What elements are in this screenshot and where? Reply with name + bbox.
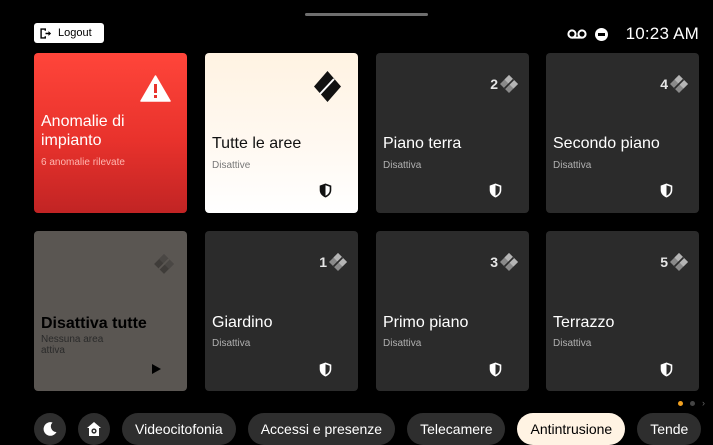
all-areas-subtitle: Disattive: [212, 160, 251, 171]
shield-icon: [319, 362, 332, 377]
logout-button[interactable]: Logout: [34, 23, 104, 43]
disable-all-title: Disattiva tutte: [41, 315, 147, 332]
area-badge: 1: [319, 252, 348, 272]
area-diamond-icon: [669, 74, 689, 94]
area-status: Disattiva: [383, 338, 422, 349]
anomalies-subtitle: 6 anomalie rilevate: [41, 157, 125, 168]
chevron-right-icon[interactable]: ›: [702, 398, 705, 408]
area-badge: 3: [490, 252, 519, 272]
bottom-nav: Videocitofonia Accessi e presenze Teleca…: [34, 413, 702, 445]
home-settings-button[interactable]: [78, 413, 110, 445]
moon-icon: [43, 422, 57, 436]
area-number: 5: [660, 254, 668, 270]
logout-label: Logout: [58, 27, 92, 39]
nav-antintrusione[interactable]: Antintrusione: [517, 413, 626, 445]
play-icon: [152, 364, 161, 374]
area-diamond-icon: [328, 252, 348, 272]
shield-icon: [319, 183, 332, 198]
all-areas-title: Tutte le aree: [212, 135, 302, 152]
area-diamond-icon: [499, 74, 519, 94]
area-badge: 4: [660, 74, 689, 94]
alarm-diamond-icon: [154, 254, 174, 274]
nav-telecamere[interactable]: Telecamere: [407, 413, 506, 445]
area-title: Terrazzo: [553, 314, 615, 331]
area-status: Disattiva: [212, 338, 251, 349]
warning-icon: [140, 75, 171, 102]
area-title: Piano terra: [383, 135, 462, 152]
area-title: Primo piano: [383, 314, 469, 331]
area-status: Disattiva: [383, 160, 422, 171]
area-status: Disattiva: [553, 338, 592, 349]
area-badge: 5: [660, 252, 689, 272]
page-indicator[interactable]: ›: [678, 398, 705, 408]
area-number: 1: [319, 254, 327, 270]
nav-tende[interactable]: Tende: [637, 413, 702, 445]
area-diamond-icon: [499, 252, 519, 272]
shield-icon: [489, 362, 502, 377]
do-not-disturb-icon: [594, 27, 608, 41]
area-number: 3: [490, 254, 498, 270]
nav-videocitofonia[interactable]: Videocitofonia: [122, 413, 236, 445]
disable-all-tile[interactable]: Disattiva tutte Nessuna area attiva: [34, 231, 187, 391]
area-diamond-icon: [669, 252, 689, 272]
nav-accessi-presenze[interactable]: Accessi e presenze: [247, 413, 396, 445]
area-number: 2: [490, 76, 498, 92]
area-status: Disattiva: [553, 160, 592, 171]
logout-icon: [40, 27, 52, 39]
status-bar: 10:23 AM: [566, 24, 699, 44]
voicemail-icon: [566, 28, 587, 40]
shield-icon: [660, 183, 673, 198]
shield-icon: [489, 183, 502, 198]
alarm-diamond-icon: [314, 71, 341, 102]
clock: 10:23 AM: [625, 24, 699, 43]
area-tile-giardino[interactable]: 1 Giardino Disattiva: [205, 231, 358, 391]
area-tile-primo-piano[interactable]: 3 Primo piano Disattiva: [376, 231, 529, 391]
page-dot: [690, 400, 695, 406]
night-mode-button[interactable]: [34, 413, 66, 445]
shield-icon: [660, 362, 673, 377]
area-tile-secondo-piano[interactable]: 4 Secondo piano Disattiva: [546, 53, 699, 213]
area-badge: 2: [490, 74, 519, 94]
area-title: Giardino: [212, 314, 273, 331]
anomalies-tile[interactable]: Anomalie di impianto 6 anomalie rilevate: [34, 53, 187, 213]
all-areas-tile[interactable]: Tutte le aree Disattive: [205, 53, 358, 213]
area-number: 4: [660, 76, 668, 92]
area-title: Secondo piano: [553, 135, 660, 152]
page-dot-active: [678, 400, 683, 406]
area-tile-terrazzo[interactable]: 5 Terrazzo Disattiva: [546, 231, 699, 391]
disable-all-subtitle: Nessuna area attiva: [41, 334, 104, 356]
area-tile-piano-terra[interactable]: 2 Piano terra Disattiva: [376, 53, 529, 213]
anomalies-title: Anomalie di impianto: [41, 113, 125, 149]
home-gear-icon: [87, 422, 101, 436]
top-drag-handle[interactable]: [305, 13, 428, 16]
